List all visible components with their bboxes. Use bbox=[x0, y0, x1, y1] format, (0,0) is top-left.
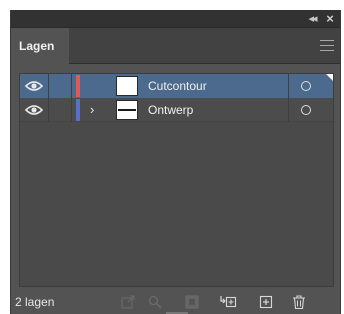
panel-footer: 2 lagen bbox=[11, 290, 340, 314]
layers-panel: ◂◂ × Lagen Cutcontour › Ontwerp 2 lagen bbox=[10, 10, 341, 314]
column-divider bbox=[71, 98, 72, 122]
layer-row-cutcontour[interactable]: Cutcontour bbox=[20, 74, 333, 98]
tab-bar: Lagen bbox=[11, 28, 340, 64]
target-circle-icon[interactable] bbox=[301, 81, 311, 91]
column-divider bbox=[288, 74, 289, 98]
layer-thumbnail bbox=[116, 100, 138, 120]
selection-indicator-icon bbox=[326, 74, 333, 81]
layer-color-swatch bbox=[76, 75, 80, 97]
tab-layers[interactable]: Lagen bbox=[11, 28, 69, 64]
layer-thumbnail bbox=[116, 76, 138, 96]
trash-icon[interactable] bbox=[290, 293, 308, 311]
layer-row-ontwerp[interactable]: › Ontwerp bbox=[20, 98, 333, 122]
eye-icon[interactable] bbox=[24, 103, 44, 117]
close-icon[interactable]: × bbox=[323, 11, 337, 27]
layer-list: Cutcontour › Ontwerp bbox=[19, 73, 334, 287]
panel-menu-icon[interactable] bbox=[320, 40, 334, 51]
export-icon[interactable] bbox=[119, 293, 137, 311]
column-divider bbox=[288, 98, 289, 122]
new-layer-icon[interactable] bbox=[257, 293, 275, 311]
chevron-right-icon[interactable]: › bbox=[90, 102, 100, 118]
layer-count: 2 lagen bbox=[15, 295, 55, 309]
collapse-icon[interactable]: ◂◂ bbox=[304, 12, 320, 26]
layer-name[interactable]: Ontwerp bbox=[148, 98, 193, 122]
panel-titlebar: ◂◂ × bbox=[11, 10, 340, 28]
eye-icon[interactable] bbox=[24, 79, 44, 93]
lock-column[interactable] bbox=[48, 74, 49, 98]
search-icon[interactable] bbox=[146, 293, 164, 311]
clipping-mask-icon[interactable] bbox=[183, 293, 201, 311]
target-circle-icon[interactable] bbox=[301, 105, 311, 115]
new-sublayer-icon[interactable] bbox=[219, 293, 237, 311]
column-divider bbox=[71, 74, 72, 98]
layer-color-swatch bbox=[76, 99, 80, 121]
lock-column[interactable] bbox=[48, 98, 49, 122]
layer-name[interactable]: Cutcontour bbox=[148, 74, 207, 98]
